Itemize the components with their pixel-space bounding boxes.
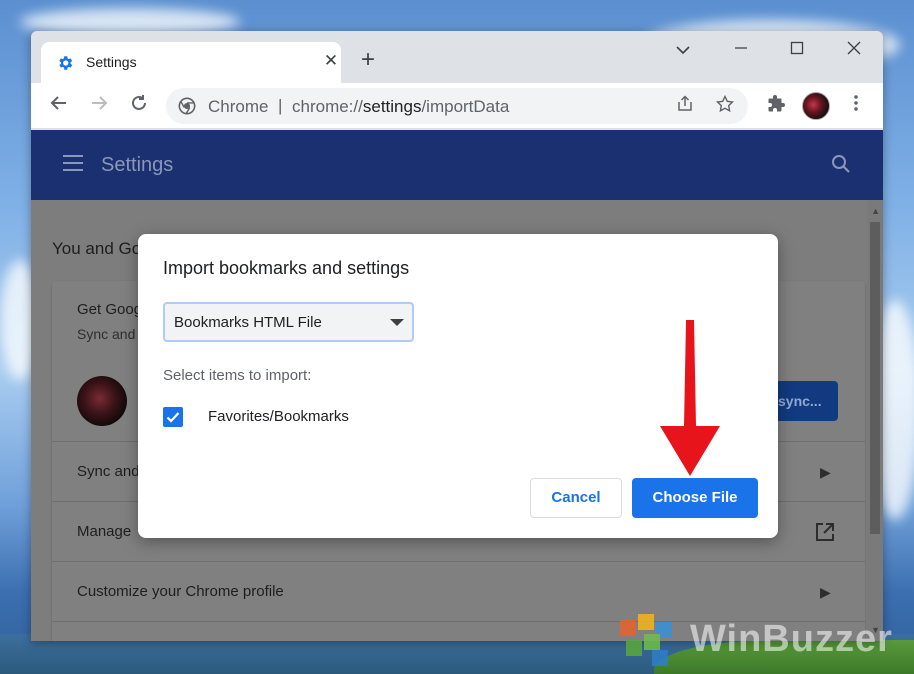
url-host: settings (362, 97, 422, 116)
bookmark-star-button[interactable] (714, 94, 736, 117)
get-google-text: Get Goog (77, 301, 143, 318)
omnibox-origin-label: Chrome (208, 97, 269, 116)
tab-settings[interactable]: Settings ✕ (41, 42, 341, 83)
share-button[interactable] (674, 95, 696, 117)
close-icon[interactable]: ✕ (322, 52, 340, 70)
url-text: chrome://settings/importData (292, 97, 509, 117)
search-icon[interactable] (829, 152, 853, 176)
winbuzzer-logo-icon (620, 614, 672, 666)
forward-button[interactable] (87, 94, 111, 118)
profile-avatar[interactable] (802, 92, 830, 120)
checkmark-icon (166, 412, 180, 423)
new-tab-button[interactable]: + (356, 48, 380, 72)
back-button[interactable] (47, 94, 71, 118)
watermark-text: WinBuzzer (690, 618, 893, 660)
hamburger-menu-icon[interactable] (63, 155, 83, 171)
url-suffix: /importData (421, 97, 510, 116)
turn-on-sync-button[interactable]: sync... (772, 381, 838, 421)
scrollbar[interactable]: ▲ ▼ (867, 200, 883, 641)
url-prefix: chrome:// (292, 97, 363, 116)
avatar (77, 376, 127, 426)
back-arrow-icon (50, 96, 66, 110)
chrome-logo-icon (178, 97, 196, 115)
maximize-icon (790, 41, 804, 55)
minimize-button[interactable] (726, 39, 756, 63)
choose-file-button[interactable]: Choose File (632, 478, 758, 518)
minimize-icon (735, 47, 747, 49)
chevron-right-icon: ▶ (820, 464, 831, 480)
forward-arrow-icon (92, 96, 108, 110)
omnibox-separator: | (278, 96, 283, 115)
gear-icon (59, 56, 73, 70)
extensions-button[interactable] (764, 94, 788, 118)
customize-profile-row-label[interactable]: Customize your Chrome profile (77, 583, 284, 600)
manage-row-label[interactable]: Manage (77, 523, 131, 540)
puzzle-icon (768, 95, 785, 112)
reload-button[interactable] (127, 94, 151, 118)
reload-icon (132, 95, 146, 110)
chevron-right-icon: ▶ (820, 584, 831, 600)
menu-button[interactable] (844, 94, 868, 118)
favorites-bookmarks-checkbox[interactable] (163, 407, 183, 427)
chevron-down-icon (676, 46, 690, 55)
favorites-bookmarks-label[interactable]: Favorites/Bookmarks (208, 408, 349, 425)
address-bar[interactable]: Chrome | chrome://settings/importData (166, 88, 748, 124)
import-source-value: Bookmarks HTML File (174, 314, 322, 331)
tab-strip: Settings ✕ + (31, 31, 883, 83)
cancel-button[interactable]: Cancel (530, 478, 622, 518)
browser-toolbar: Chrome | chrome://settings/importData (31, 83, 883, 129)
tab-title: Settings (86, 54, 137, 70)
share-icon (678, 95, 692, 111)
close-icon (847, 41, 861, 55)
red-arrow-annotation-icon (660, 320, 720, 476)
page-title: Settings (101, 154, 174, 176)
dialog-title: Import bookmarks and settings (163, 258, 410, 278)
scroll-up-icon[interactable]: ▲ (871, 206, 880, 216)
sync-row-label[interactable]: Sync and (77, 463, 140, 480)
open-external-icon[interactable] (814, 521, 836, 543)
maximize-button[interactable] (782, 39, 812, 63)
sync-subtitle: Sync and (77, 326, 136, 342)
scroll-thumb[interactable] (870, 222, 880, 534)
select-items-label: Select items to import: (163, 367, 312, 384)
star-icon (715, 94, 735, 113)
tab-search-chevron-icon[interactable] (668, 39, 698, 63)
dropdown-caret-icon (390, 319, 404, 326)
watermark: WinBuzzer (612, 610, 907, 668)
more-vert-icon (854, 95, 858, 111)
settings-header: Settings (31, 130, 883, 200)
import-source-select[interactable]: Bookmarks HTML File (163, 302, 414, 342)
window-close-button[interactable] (839, 39, 869, 63)
divider (52, 561, 865, 562)
section-title: You and Go (52, 239, 142, 258)
